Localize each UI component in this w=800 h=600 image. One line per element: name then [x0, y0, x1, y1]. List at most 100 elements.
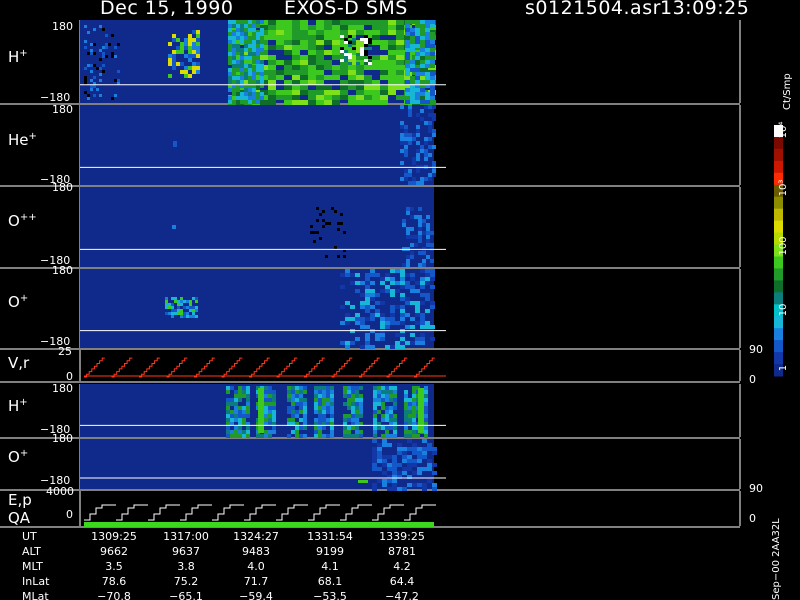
heatmap-cell [359, 398, 363, 402]
heatmap-cell [232, 92, 236, 96]
heatmap-cell [292, 90, 300, 95]
heatmap-cell [316, 45, 324, 50]
heatmap-cell [404, 390, 408, 394]
colorbar-segment [774, 340, 783, 353]
heatmap-cell [430, 88, 435, 92]
heatmap-cell [93, 43, 96, 46]
footer-row-label: MLT [22, 560, 43, 573]
heatmap-cell [177, 309, 180, 312]
heatmap-cell [412, 394, 416, 398]
heatmap-cell [360, 293, 365, 297]
heatmap-cell [426, 223, 430, 227]
heatmap-cell [377, 410, 381, 414]
heatmap-cell [168, 42, 172, 46]
heatmap-cell [234, 406, 238, 410]
heatmap-cell [372, 35, 380, 40]
heatmap-cell [415, 36, 420, 40]
heatmap-cell [356, 20, 364, 25]
heatmap-cell [359, 410, 363, 414]
heatmap-cell [172, 225, 176, 229]
heatmap-cell [380, 100, 388, 105]
ytick-label: 180 [52, 264, 73, 277]
heatmap-cell [172, 50, 176, 54]
heatmap-cell [414, 243, 418, 247]
heatmap-cell [310, 231, 313, 234]
heatmap-cell [380, 85, 388, 90]
heatmap-cell [392, 463, 397, 467]
heatmap-cell [252, 80, 256, 84]
heatmap-cell [111, 97, 114, 100]
heatmap-cell [299, 418, 303, 422]
heatmap-cell [168, 306, 171, 309]
heatmap-cell [292, 35, 300, 40]
heatmap-cell [430, 64, 435, 68]
heatmap-cell [393, 430, 397, 434]
heatmap-cell [350, 341, 355, 345]
heatmap-cell [356, 90, 364, 95]
heatmap-cell [264, 410, 268, 414]
heatmap-cell [408, 141, 412, 145]
heatmap-cell [432, 133, 436, 137]
heatmap-cell [364, 90, 372, 95]
heatmap-cell [348, 25, 356, 30]
heatmap-cell [192, 46, 196, 50]
heatmap-cell [291, 402, 295, 406]
ytick-label: 180 [52, 103, 73, 116]
heatmap-cell [90, 43, 93, 46]
heatmap-cell [340, 70, 348, 75]
heatmap-cell [176, 38, 180, 42]
ytick-label: 4000 [46, 485, 74, 498]
heatmap-cell [236, 44, 240, 48]
heatmap-cell [377, 386, 381, 390]
heatmap-cell [114, 94, 117, 97]
colorbar-tick-label: 10³ [778, 180, 789, 197]
heatmap-cell [232, 100, 236, 104]
heatmap-cell [268, 100, 276, 105]
heatmap-cell [84, 67, 87, 70]
heatmap-cell [318, 426, 322, 430]
heatmap-cell [412, 157, 416, 161]
heatmap-cell [292, 40, 300, 45]
heatmap-cell [268, 434, 272, 438]
heatmap-cell [350, 281, 355, 285]
heatmap-cell [420, 337, 425, 341]
heatmap-cell [192, 30, 196, 34]
heatmap-cell [356, 100, 364, 105]
heatmap-cell [196, 46, 200, 50]
heatmap-cell [244, 100, 248, 104]
heatmap-cell [412, 386, 416, 390]
heatmap-cell [404, 394, 408, 398]
heatmap-cell [345, 313, 350, 317]
heatmap-cell [352, 38, 356, 41]
heatmap-cell [420, 293, 425, 297]
panel-label-o-plusplus: O++ [8, 212, 37, 230]
heatmap-cell [287, 394, 291, 398]
heatmap-cell [196, 66, 200, 70]
heatmap-cell [300, 55, 308, 60]
heatmap-cell [428, 105, 432, 109]
heatmap-cell [373, 390, 377, 394]
heatmap-cell [232, 88, 236, 92]
heatmap-cell [418, 239, 422, 243]
heatmap-cell [330, 418, 334, 422]
colorbar-segment [774, 352, 783, 365]
heatmap-cell [382, 459, 387, 463]
heatmap-cell [395, 321, 400, 325]
heatmap-cell [430, 277, 435, 281]
heatmap-cell [180, 50, 184, 54]
heatmap-cell [324, 90, 332, 95]
heatmap-cell [93, 85, 96, 88]
heatmap-cell [238, 430, 242, 434]
heatmap-cell [246, 414, 250, 418]
footer-cell: −53.5 [313, 590, 347, 600]
heatmap-cell [420, 32, 425, 36]
heatmap-cell [360, 301, 365, 305]
heatmap-cell [314, 430, 318, 434]
heatmap-cell [405, 72, 410, 76]
heatmap-cell [405, 56, 410, 60]
heatmap-cell [168, 74, 172, 78]
heatmap-cell [240, 52, 244, 56]
heatmap-cell [405, 285, 410, 289]
heatmap-cell [322, 225, 325, 228]
heatmap-cell [364, 50, 368, 53]
